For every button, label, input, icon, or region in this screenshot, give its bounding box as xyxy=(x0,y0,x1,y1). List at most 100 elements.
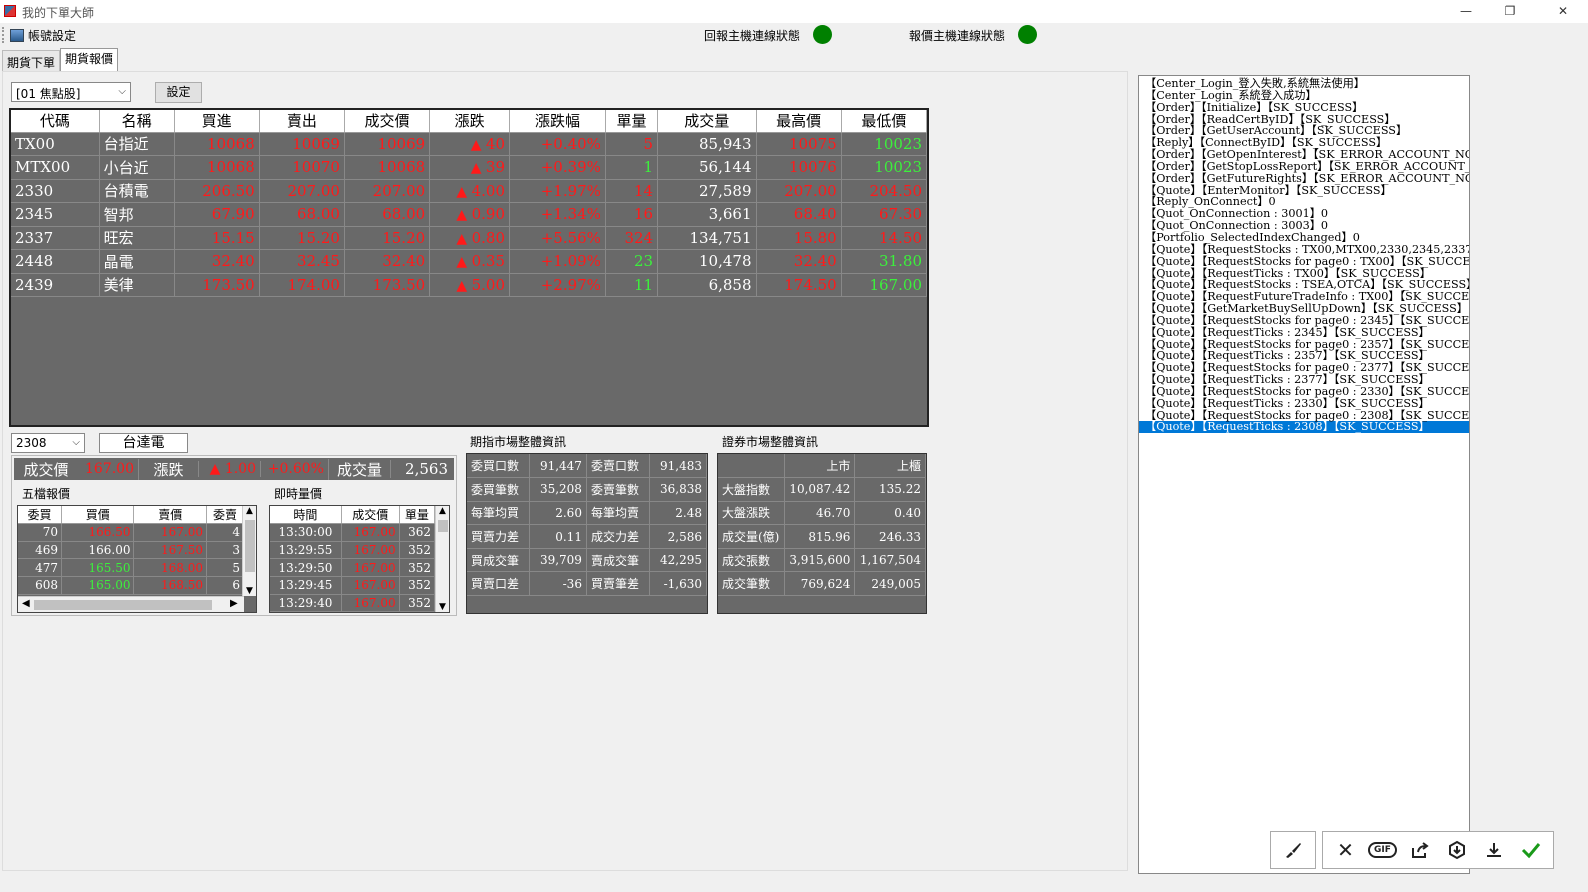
tick-qty: 352 xyxy=(399,541,436,560)
scroll-up-icon[interactable]: ▲ xyxy=(436,506,449,516)
cell-total: 56,144 xyxy=(657,155,757,180)
tick-time: 13:29:40 xyxy=(270,594,342,612)
column-header[interactable]: 單量 xyxy=(605,110,659,133)
cell-pct: +1.97% xyxy=(509,179,606,203)
five-level-title: 五檔報價 xyxy=(22,487,71,501)
quote-row[interactable]: 2345 智邦 67.90 68.00 68.00 ▲ 0.90 +1.34% 16 3,661… xyxy=(11,202,928,227)
up-triangle-icon: ▲ xyxy=(209,461,225,477)
log-line[interactable]: 【Order】【Initialize】【SK_SUCCESS】 xyxy=(1139,101,1469,114)
cell-total: 27,589 xyxy=(657,179,757,203)
log-line[interactable]: 【Quote】【RequestTicks : 2308】【SK_SUCCESS】 xyxy=(1139,421,1469,434)
quote-row[interactable]: 2439 美律 173.50 174.00 173.50 ▲ 5.00 +2.97% 11 6,… xyxy=(11,273,928,297)
check-icon[interactable] xyxy=(1512,832,1549,868)
quote-row[interactable]: MTX00 小台近 10068 10070 10068 ▲ 39 +0.39% 1 56,144… xyxy=(11,155,928,180)
stock-market-row: 成交筆數 769,624 249,005 xyxy=(718,571,926,597)
capture-toolbar: ✕ GIF xyxy=(1270,831,1554,869)
log-line[interactable]: 【Quote】【RequestStocks for page0 : 2345】【… xyxy=(1139,315,1469,327)
metric-value: 91,447 xyxy=(529,454,587,479)
gif-icon[interactable]: GIF xyxy=(1364,832,1401,868)
page-select[interactable]: [01 焦點股] ⌵ xyxy=(11,82,131,102)
column-header[interactable]: 最高價 xyxy=(756,110,842,133)
minimize-button[interactable]: — xyxy=(1443,0,1489,23)
pin-icon[interactable] xyxy=(1438,832,1475,868)
scroll-up-icon[interactable]: ▲ xyxy=(243,506,256,516)
log-line[interactable]: 【Order】【GetStopLossReport】【SK_ERROR_ACCO… xyxy=(1139,161,1469,173)
metric-value: 39,709 xyxy=(529,548,587,573)
quote-row[interactable]: TX00 台指近 10068 10069 10069 ▲ 40 +0.40% 5 85,943 1… xyxy=(11,132,928,156)
close-icon[interactable]: ✕ xyxy=(1327,832,1364,868)
brush-icon[interactable] xyxy=(1275,832,1312,868)
tick-price: 167.00 xyxy=(341,541,400,560)
scroll-down-icon[interactable]: ▼ xyxy=(243,586,256,596)
column-header[interactable]: 漲跌 xyxy=(429,110,511,133)
settings-button[interactable]: 設定 xyxy=(155,82,202,103)
metric-value: 10,087.42 xyxy=(784,477,856,502)
ticks-header[interactable]: 成交價 xyxy=(341,506,400,524)
ticks-vscroll[interactable]: ▲ ▼ xyxy=(435,506,449,612)
metric-label: 成交張數 xyxy=(718,548,785,573)
tick-qty: 352 xyxy=(399,594,436,612)
cell-pct: +2.97% xyxy=(509,273,606,297)
metric-label: 成交筆數 xyxy=(718,571,785,597)
account-settings-menu[interactable]: 帳號設定 xyxy=(10,26,76,44)
quote-status-label: 報價主機連線狀態 xyxy=(909,29,1006,43)
log-listbox[interactable]: 【Center_Login_登入失敗,系統無法使用】 【Center_Login_… xyxy=(1138,75,1470,874)
log-line[interactable]: 【Quote】【RequestTicks : 2330】【SK_SUCCESS】 xyxy=(1139,397,1469,410)
quote-row[interactable]: 2337 旺宏 15.15 15.20 15.20 ▲ 0.80 +5.56% 324 134,… xyxy=(11,226,928,250)
share-icon[interactable] xyxy=(1401,832,1438,868)
column-header[interactable]: 代碼 xyxy=(11,110,100,133)
cell-low: 14.50 xyxy=(841,226,928,250)
download-icon[interactable] xyxy=(1475,832,1512,868)
close-window-button[interactable]: ✕ xyxy=(1540,0,1586,23)
scroll-thumb[interactable] xyxy=(438,520,448,532)
five-level-hscroll[interactable]: ◀ ▶ xyxy=(18,596,244,612)
five-level-header[interactable]: 買價 xyxy=(61,506,135,524)
change-value: 0.90 xyxy=(471,205,506,224)
quote-row[interactable]: 2330 台積電 206.50 207.00 207.00 ▲ 4.00 +1.97% 14 2… xyxy=(11,179,928,203)
cell-chg: ▲ 0.35 xyxy=(429,249,511,274)
ticks-header[interactable]: 時間 xyxy=(270,506,342,524)
log-line[interactable]: 【Quote】【RequestStocks for page0 : TX00】【… xyxy=(1139,255,1469,268)
stock-code-select[interactable]: 2308 ⌵ xyxy=(11,433,85,453)
hscroll-thumb[interactable] xyxy=(34,600,212,610)
column-header[interactable]: 買進 xyxy=(174,110,260,133)
up-triangle-icon: ▲ xyxy=(456,207,472,224)
metric-label: 每筆均買 xyxy=(467,501,531,526)
scroll-thumb[interactable] xyxy=(245,520,255,572)
change-value: 39 xyxy=(485,158,506,177)
scroll-right-icon[interactable]: ▶ xyxy=(230,598,238,609)
log-line[interactable]: 【Order】【GetFutureRights】【SK_ERROR_ACCOUN… xyxy=(1139,172,1469,185)
log-line[interactable]: 【Quote】【RequestStocks : TX00,MTX00,2330,… xyxy=(1139,243,1469,256)
scroll-left-icon[interactable]: ◀ xyxy=(22,598,30,609)
tick-time: 13:30:00 xyxy=(270,523,342,542)
metric-value: 2.60 xyxy=(529,501,587,526)
five-level-header[interactable]: 委買 xyxy=(18,506,62,524)
log-line[interactable]: 【Quote】【RequestTicks : 2345】【SK_SUCCESS】 xyxy=(1139,326,1469,339)
metric-value: 0.11 xyxy=(529,524,587,549)
metric-value: 36,838 xyxy=(649,477,707,502)
column-header[interactable]: 成交量 xyxy=(657,110,757,133)
cell-ask: 32.45 xyxy=(259,249,345,274)
column-header[interactable]: 成交價 xyxy=(344,110,431,133)
quote-row[interactable]: 2448 晶電 32.40 32.45 32.40 ▲ 0.35 +1.09% 23 10,47… xyxy=(11,249,928,274)
log-line[interactable]: 【Center_Login_系統登入成功】 xyxy=(1139,89,1469,102)
stock-market-row: 成交張數 3,915,600 1,167,504 xyxy=(718,548,926,573)
five-level-vscroll[interactable]: ▲ ▼ xyxy=(242,506,256,596)
column-header[interactable]: 最低價 xyxy=(841,110,928,133)
five-level-header[interactable]: 委賣 xyxy=(206,506,245,524)
five-level-header[interactable]: 賣價 xyxy=(133,506,207,524)
cell-total: 134,751 xyxy=(657,226,757,250)
column-header[interactable]: 漲跌幅 xyxy=(509,110,606,133)
stock-market-row: 大盤指數 10,087.42 135.22 xyxy=(718,477,926,502)
chevron-down-icon: ⌵ xyxy=(118,86,126,97)
cell-vol: 324 xyxy=(605,226,659,250)
reply-status-indicator xyxy=(813,25,832,44)
metric-value: 135.22 xyxy=(854,477,926,502)
restore-button[interactable]: ❐ xyxy=(1487,0,1533,23)
volume-label: 成交量 xyxy=(328,458,390,480)
column-header[interactable]: 賣出 xyxy=(259,110,345,133)
ticks-header[interactable]: 單量 xyxy=(399,506,436,524)
column-header[interactable]: 名稱 xyxy=(99,110,175,133)
log-line[interactable]: 【Quote】【RequestStocks for page0 : 2330】【… xyxy=(1139,386,1469,398)
scroll-down-icon[interactable]: ▼ xyxy=(436,602,449,612)
